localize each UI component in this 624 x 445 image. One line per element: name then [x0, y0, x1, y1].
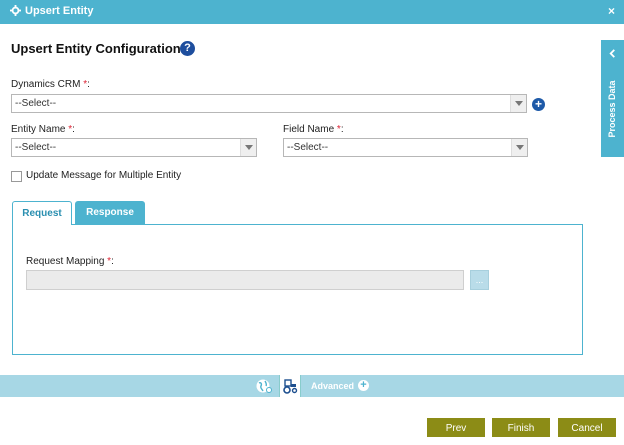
chevron-down-icon — [511, 139, 527, 156]
entity-label: Entity Name *: — [11, 124, 75, 135]
window-titlebar: Upsert Entity × — [0, 0, 624, 24]
dialog-content: Upsert Entity Configuration ? Dynamics C… — [0, 24, 624, 375]
crm-select[interactable]: --Select-- — [11, 94, 527, 113]
chevron-left-icon — [609, 49, 615, 58]
selected-tool[interactable] — [279, 375, 301, 397]
request-panel: Request Mapping *: ... — [12, 224, 583, 355]
chevron-down-icon — [240, 139, 256, 156]
process-data-label: Process Data — [607, 80, 617, 138]
page-title: Upsert Entity Configuration — [11, 41, 181, 56]
window-title: Upsert Entity — [25, 5, 94, 17]
request-mapping-input[interactable] — [26, 270, 464, 290]
tab-response[interactable]: Response — [75, 201, 145, 224]
request-mapping-label: Request Mapping *: — [26, 256, 114, 267]
tractor-icon — [283, 379, 298, 394]
field-label: Field Name *: — [283, 124, 344, 135]
dialog-footer: Prev Finish Cancel — [0, 397, 624, 445]
add-advanced-icon[interactable]: + — [358, 380, 369, 391]
add-icon[interactable]: + — [532, 98, 545, 111]
process-data-tab[interactable]: Process Data — [601, 40, 624, 157]
advanced-label[interactable]: Advanced — [311, 381, 354, 391]
chevron-down-icon — [510, 95, 526, 112]
cancel-button[interactable]: Cancel — [558, 418, 616, 437]
tab-request[interactable]: Request — [12, 201, 72, 225]
globe-icon[interactable] — [256, 378, 272, 394]
multi-entity-checkbox[interactable] — [11, 171, 22, 182]
close-icon[interactable]: × — [608, 4, 615, 18]
request-mapping-browse-button[interactable]: ... — [470, 270, 489, 290]
gear-icon — [10, 5, 21, 16]
crm-label: Dynamics CRM *: — [11, 79, 90, 90]
entity-select[interactable]: --Select-- — [11, 138, 257, 157]
multi-entity-label: Update Message for Multiple Entity — [26, 170, 182, 181]
finish-button[interactable]: Finish — [492, 418, 550, 437]
field-select[interactable]: --Select-- — [283, 138, 528, 157]
prev-button[interactable]: Prev — [427, 418, 485, 437]
bottom-toolbar: Advanced + — [0, 375, 624, 397]
help-icon[interactable]: ? — [180, 41, 195, 56]
